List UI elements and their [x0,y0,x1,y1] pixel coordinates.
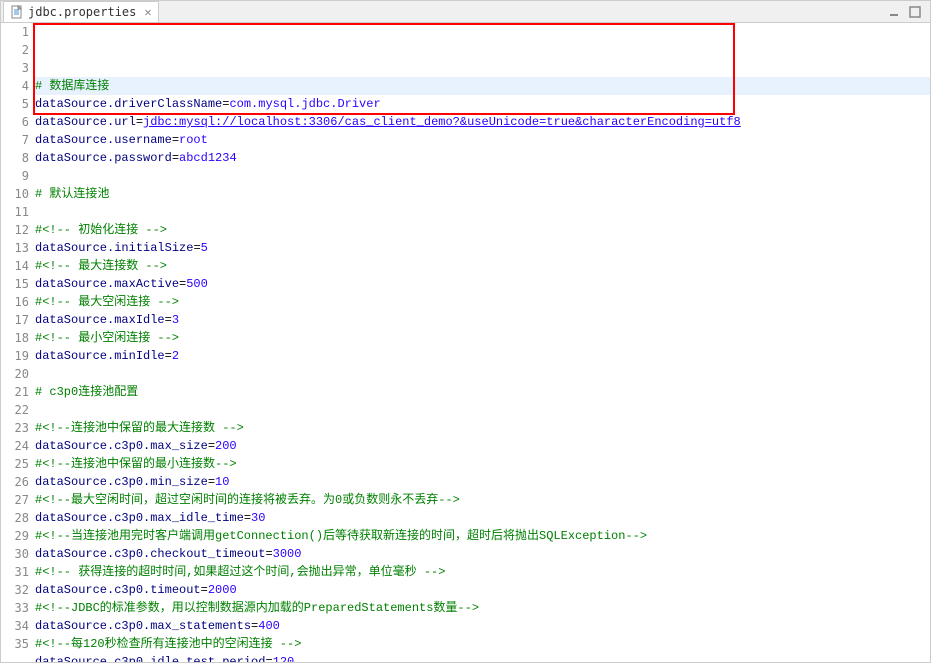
line-number: 13 [1,239,29,257]
line-number: 15 [1,275,29,293]
line-number: 2 [1,41,29,59]
line-number: 4 [1,77,29,95]
code-line: #<!--最大空闲时间，超过空闲时间的连接将被丢弃。为0或负数则永不丢弃--> [35,491,930,509]
code-line: #<!--JDBC的标准参数，用以控制数据源内加载的PreparedStatem… [35,599,930,617]
code-line: dataSource.driverClassName=com.mysql.jdb… [35,95,930,113]
line-number: 3 [1,59,29,77]
code-line: dataSource.url=jdbc:mysql://localhost:33… [35,113,930,131]
line-number: 18 [1,329,29,347]
code-line: #<!--每120秒检查所有连接池中的空闲连接 --> [35,635,930,653]
line-number: 8 [1,149,29,167]
line-number: 11 [1,203,29,221]
code-line [35,167,930,185]
line-number: 34 [1,617,29,635]
line-number: 14 [1,257,29,275]
code-line: dataSource.c3p0.timeout=2000 [35,581,930,599]
code-editor[interactable]: 1234567891011121314151617181920212223242… [1,23,930,662]
line-number: 26 [1,473,29,491]
line-number: 6 [1,113,29,131]
minimize-icon[interactable] [888,5,902,19]
line-number: 17 [1,311,29,329]
line-number: 20 [1,365,29,383]
code-line: #<!-- 初始化连接 --> [35,221,930,239]
line-number: 10 [1,185,29,203]
line-number-gutter: 1234567891011121314151617181920212223242… [1,23,33,662]
line-number: 5 [1,95,29,113]
line-number: 12 [1,221,29,239]
tab-jdbc-properties[interactable]: jdbc.properties ✕ [3,1,159,22]
editor-tab-bar: jdbc.properties ✕ [1,1,930,23]
line-number: 9 [1,167,29,185]
tab-bar-controls [888,1,930,22]
maximize-icon[interactable] [908,5,922,19]
line-number: 32 [1,581,29,599]
code-line: dataSource.c3p0.max_idle_time=30 [35,509,930,527]
code-line: dataSource.maxIdle=3 [35,311,930,329]
line-number: 22 [1,401,29,419]
line-number: 19 [1,347,29,365]
line-number: 31 [1,563,29,581]
code-line [35,203,930,221]
code-line: #<!-- 最大空闲连接 --> [35,293,930,311]
code-line: dataSource.minIdle=2 [35,347,930,365]
code-line [35,401,930,419]
line-number: 33 [1,599,29,617]
code-line: dataSource.c3p0.min_size=10 [35,473,930,491]
line-number: 16 [1,293,29,311]
close-icon[interactable]: ✕ [144,5,151,19]
code-content[interactable]: # 数据库连接dataSource.driverClassName=com.my… [33,23,930,662]
line-number: 30 [1,545,29,563]
line-number: 25 [1,455,29,473]
line-number: 28 [1,509,29,527]
code-line: #<!-- 获得连接的超时时间,如果超过这个时间,会抛出异常，单位毫秒 --> [35,563,930,581]
code-line: dataSource.c3p0.checkout_timeout=3000 [35,545,930,563]
code-line: #<!-- 最大连接数 --> [35,257,930,275]
line-number: 1 [1,23,29,41]
code-line: dataSource.c3p0.idle_test_period=120 [35,653,930,662]
code-line: # 数据库连接 [35,77,930,95]
code-line: dataSource.username=root [35,131,930,149]
code-line: dataSource.c3p0.max_statements=400 [35,617,930,635]
line-number: 21 [1,383,29,401]
code-line: dataSource.password=abcd1234 [35,149,930,167]
code-line: dataSource.c3p0.max_size=200 [35,437,930,455]
line-number: 29 [1,527,29,545]
code-line [35,365,930,383]
code-line: #<!--连接池中保留的最大连接数 --> [35,419,930,437]
line-number: 24 [1,437,29,455]
code-line: dataSource.initialSize=5 [35,239,930,257]
line-number: 27 [1,491,29,509]
tab-title: jdbc.properties [28,5,136,19]
code-line: #<!-- 最小空闲连接 --> [35,329,930,347]
line-number: 35 [1,635,29,653]
line-number: 23 [1,419,29,437]
code-line: dataSource.maxActive=500 [35,275,930,293]
code-line: #<!--连接池中保留的最小连接数--> [35,455,930,473]
code-line: # 默认连接池 [35,185,930,203]
line-number: 7 [1,131,29,149]
code-line: #<!--当连接池用完时客户端调用getConnection()后等待获取新连接… [35,527,930,545]
file-icon [10,5,24,19]
code-line: # c3p0连接池配置 [35,383,930,401]
